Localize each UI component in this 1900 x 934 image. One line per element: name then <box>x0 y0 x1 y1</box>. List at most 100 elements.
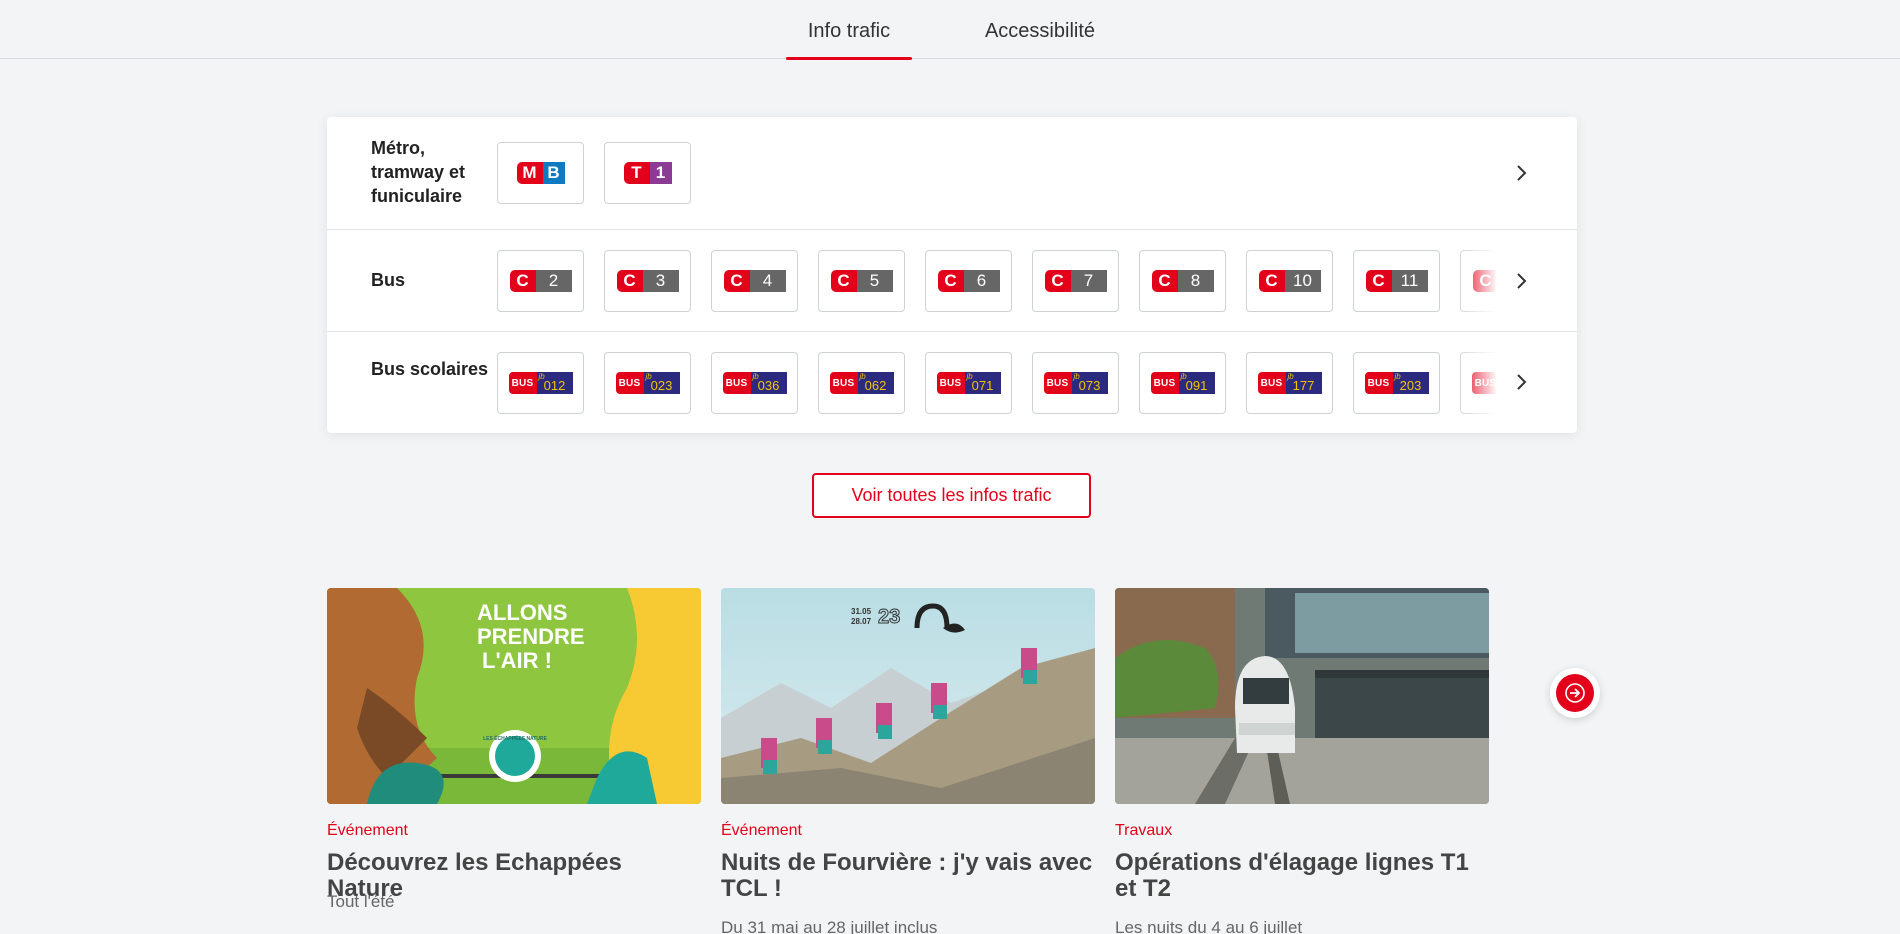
school-bus-mode-badge: BUS <box>1257 372 1286 394</box>
bus-mode-badge: C <box>1044 270 1071 292</box>
bus-line-number: 6 <box>963 270 1000 292</box>
tab-accessibilite[interactable]: Accessibilité <box>968 20 1112 59</box>
svg-text:28.07: 28.07 <box>851 617 872 626</box>
news-image-fourviere[interactable]: 31.05 28.07 23 <box>721 588 1095 804</box>
row-label-bus: Bus <box>371 270 406 290</box>
svg-text:PRENDRE: PRENDRE <box>477 624 585 649</box>
school-line-number: jb 091 <box>1178 372 1215 394</box>
line-tile-bus-3[interactable]: C3 <box>604 250 691 312</box>
line-tile-school-062[interactable]: BUS jb 062 <box>818 352 905 414</box>
school-network-tag: jb <box>966 372 973 381</box>
school-network-tag: jb <box>752 372 759 381</box>
line-tile-metro-b[interactable]: MB <box>497 142 584 204</box>
carousel-next-button[interactable] <box>1550 668 1600 718</box>
bus-line-number: 3 <box>642 270 679 292</box>
all-traffic-info-button[interactable]: Voir toutes les infos trafic <box>812 473 1091 518</box>
line-tile-school-203[interactable]: BUS jb 203 <box>1353 352 1440 414</box>
school-line-label: 091 <box>1185 377 1208 393</box>
school-bus-mode-badge: BUS <box>1150 372 1179 394</box>
news-date: Du 31 mai au 28 juillet inclus <box>721 918 938 934</box>
school-line-number: jb 073 <box>1071 372 1108 394</box>
school-line-number: jb 062 <box>857 372 894 394</box>
school-line-label: 177 <box>1292 377 1315 393</box>
bus-mode-badge: C <box>1365 270 1392 292</box>
news-image-text: 31.05 <box>851 607 872 616</box>
school-line-number: jb 036 <box>750 372 787 394</box>
bus-mode-badge: C <box>830 270 857 292</box>
school-bus-mode-badge: BUS <box>1043 372 1072 394</box>
line-tile-school-073[interactable]: BUS jb 073 <box>1032 352 1119 414</box>
chevron-right-icon[interactable] <box>1511 372 1531 392</box>
line-tile-bus-13[interactable]: C13 <box>1460 250 1497 312</box>
school-bus-mode-badge: BUS <box>615 372 644 394</box>
line-tile-bus-6[interactable]: C6 <box>925 250 1012 312</box>
line-tile-school-071[interactable]: BUS jb 071 <box>925 352 1012 414</box>
news-date: Les nuits du 4 au 6 juillet <box>1115 918 1303 934</box>
bus-line-number: 7 <box>1070 270 1107 292</box>
bus-mode-badge: C <box>723 270 750 292</box>
line-tile-bus-2[interactable]: C2 <box>497 250 584 312</box>
bus-mode-badge: C <box>509 270 536 292</box>
school-bus-mode-badge: BUS <box>508 372 537 394</box>
row-label-scolaires: Bus scolaires <box>371 359 489 379</box>
line-tile-school-177[interactable]: BUS jb 177 <box>1246 352 1333 414</box>
school-line-label: 023 <box>650 377 673 393</box>
traffic-row-bus: Bus C2C3C4C5C6C7C8C10C11C13 <box>327 230 1577 332</box>
school-line-number: jb 177 <box>1285 372 1322 394</box>
svg-text:23: 23 <box>878 606 900 628</box>
school-line-label: 071 <box>971 377 994 393</box>
line-tile-bus-4[interactable]: C4 <box>711 250 798 312</box>
school-network-tag: jb <box>859 372 866 381</box>
school-bus-mode-badge: BUS <box>1471 372 1497 394</box>
news-card[interactable]: 31.05 28.07 23 Événement Nuits de Fourvi… <box>721 588 1095 934</box>
line-tile-school-211[interactable]: BUSjb211 <box>1460 352 1497 414</box>
line-tile-school-036[interactable]: BUS jb 036 <box>711 352 798 414</box>
bus-line-number: 8 <box>1177 270 1214 292</box>
tram-mode-badge: T <box>623 162 650 184</box>
line-tile-bus-5[interactable]: C5 <box>818 250 905 312</box>
tab-info-trafic[interactable]: Info trafic <box>786 20 912 60</box>
line-tile-school-012[interactable]: BUS jb 012 <box>497 352 584 414</box>
school-line-label: 073 <box>1078 377 1101 393</box>
school-lines: BUS jb 012 BUS jb 023 BUS jb 036 BUS jb 062 BUS jb 071… <box>497 352 1497 416</box>
tab-bar: Info trafic Accessibilité <box>0 0 1900 60</box>
bus-line-number: 2 <box>535 270 572 292</box>
bus-mode-badge: C <box>1151 270 1178 292</box>
traffic-row-scolaires: Bus scolaires BUS jb 012 BUS jb 023 BUS jb 036 BU… <box>327 332 1577 433</box>
bus-lines: C2C3C4C5C6C7C8C10C11C13 <box>497 250 1497 314</box>
row-label-metro: Métro, tramway et funiculaire <box>371 138 466 206</box>
line-tile-bus-10[interactable]: C 10 <box>1246 250 1333 312</box>
school-network-tag: jb <box>1394 372 1401 381</box>
news-category: Événement <box>721 822 802 839</box>
bus-mode-badge: C <box>616 270 643 292</box>
metro-lines: MB T1 <box>497 142 1497 206</box>
school-line-label: 062 <box>864 377 887 393</box>
chevron-right-icon[interactable] <box>1511 163 1531 183</box>
bus-line-number: 10 <box>1284 270 1321 292</box>
traffic-row-metro: Métro, tramway et funiculaire MB T1 <box>327 117 1577 230</box>
bus-mode-badge: C <box>1472 270 1497 292</box>
bus-line-number: 5 <box>856 270 893 292</box>
school-line-label: 203 <box>1399 377 1422 393</box>
line-tile-bus-8[interactable]: C8 <box>1139 250 1226 312</box>
school-line-number: jb 023 <box>643 372 680 394</box>
news-image-text: ALLONS <box>477 600 567 625</box>
school-bus-mode-badge: BUS <box>829 372 858 394</box>
news-image-echappees[interactable]: ALLONS PRENDRE L'AIR ! LES ÉCHAPPÉES NAT… <box>327 588 701 804</box>
news-title[interactable]: Opérations d'élagage lignes T1 et T2 <box>1115 850 1489 902</box>
line-tile-bus-11[interactable]: C 11 <box>1353 250 1440 312</box>
school-network-tag: jb <box>538 372 545 381</box>
school-network-tag: jb <box>1287 372 1294 381</box>
line-tile-school-023[interactable]: BUS jb 023 <box>604 352 691 414</box>
chevron-right-icon[interactable] <box>1511 271 1531 291</box>
line-tile-tram-1[interactable]: T1 <box>604 142 691 204</box>
line-tile-school-091[interactable]: BUS jb 091 <box>1139 352 1226 414</box>
news-card[interactable]: Travaux Opérations d'élagage lignes T1 e… <box>1115 588 1489 934</box>
news-title[interactable]: Nuits de Fourvière : j'y vais avec TCL ! <box>721 850 1095 902</box>
svg-text:L'AIR !: L'AIR ! <box>482 648 552 673</box>
news-image-tram[interactable] <box>1115 588 1489 804</box>
line-tile-bus-7[interactable]: C7 <box>1032 250 1119 312</box>
bus-mode-badge: C <box>1258 270 1285 292</box>
news-card[interactable]: ALLONS PRENDRE L'AIR ! LES ÉCHAPPÉES NAT… <box>327 588 701 911</box>
news-category: Événement <box>327 822 408 839</box>
